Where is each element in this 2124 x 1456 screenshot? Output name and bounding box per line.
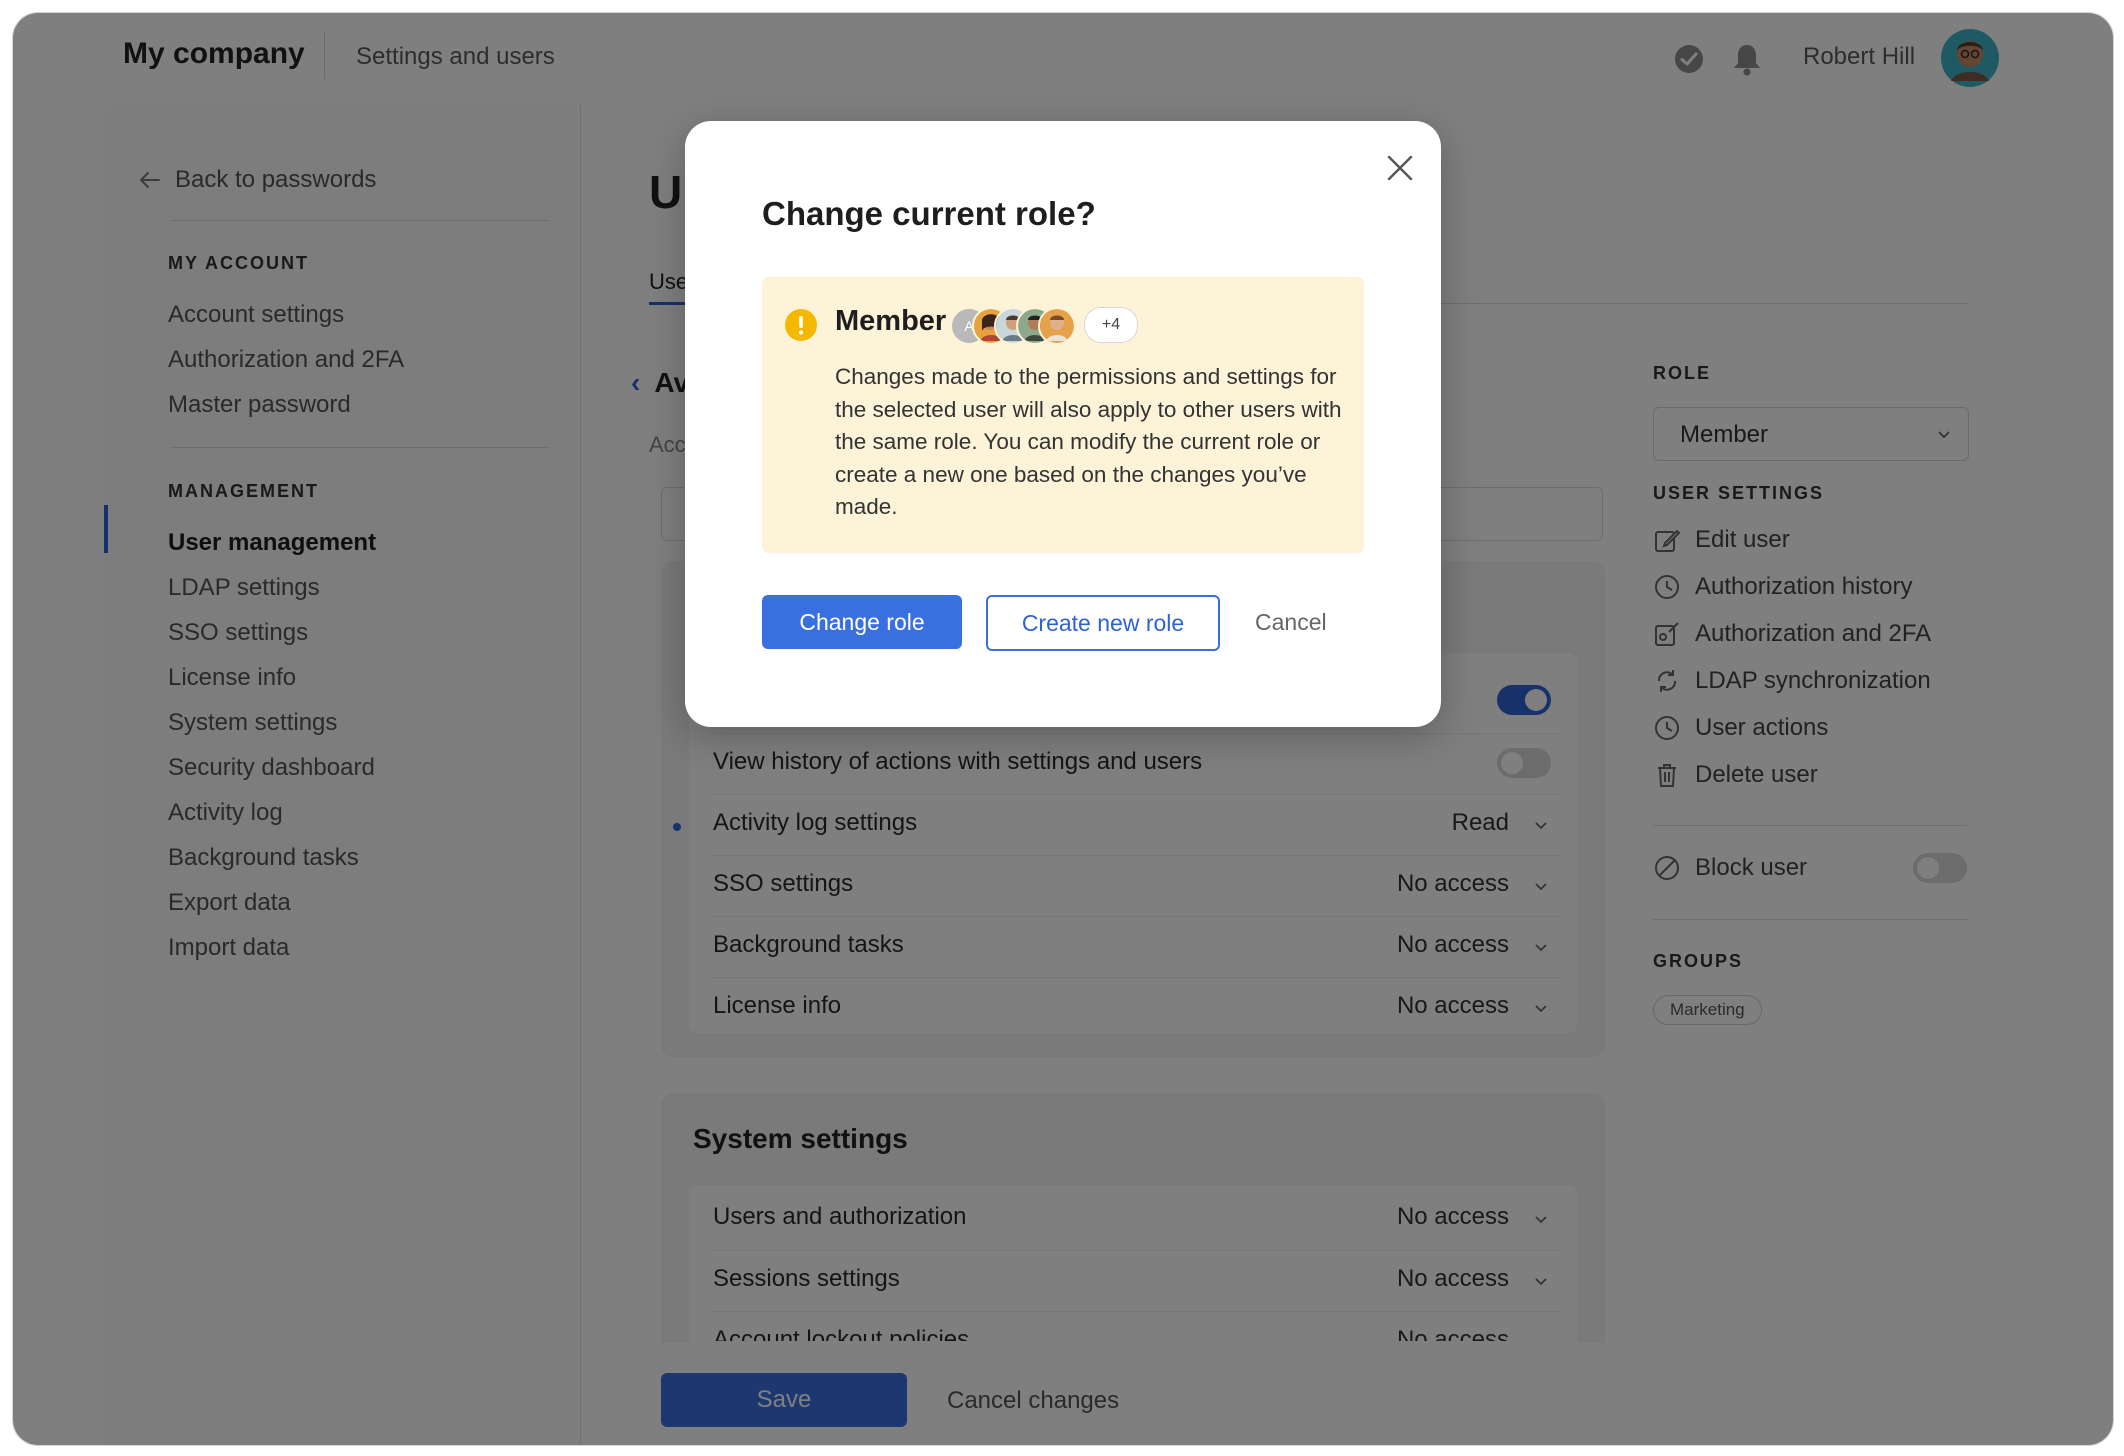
warning-icon (785, 309, 817, 341)
change-role-dialog: Change current role? Member A +4 Changes… (685, 121, 1441, 727)
cancel-button[interactable]: Cancel (1255, 609, 1327, 636)
avatar (1038, 307, 1076, 345)
warning-box: Member A +4 Changes made to the permissi… (762, 277, 1364, 553)
app-window: My company Settings and users Robert Hil… (12, 12, 2114, 1446)
role-name: Member (835, 305, 947, 337)
close-icon[interactable] (1383, 151, 1417, 185)
dialog-title: Change current role? (762, 195, 1096, 232)
change-role-button[interactable]: Change role (762, 595, 962, 649)
more-members-badge[interactable]: +4 (1084, 307, 1138, 343)
create-new-role-button[interactable]: Create new role (986, 595, 1220, 651)
warning-message: Changes made to the permissions and sett… (835, 364, 1342, 519)
